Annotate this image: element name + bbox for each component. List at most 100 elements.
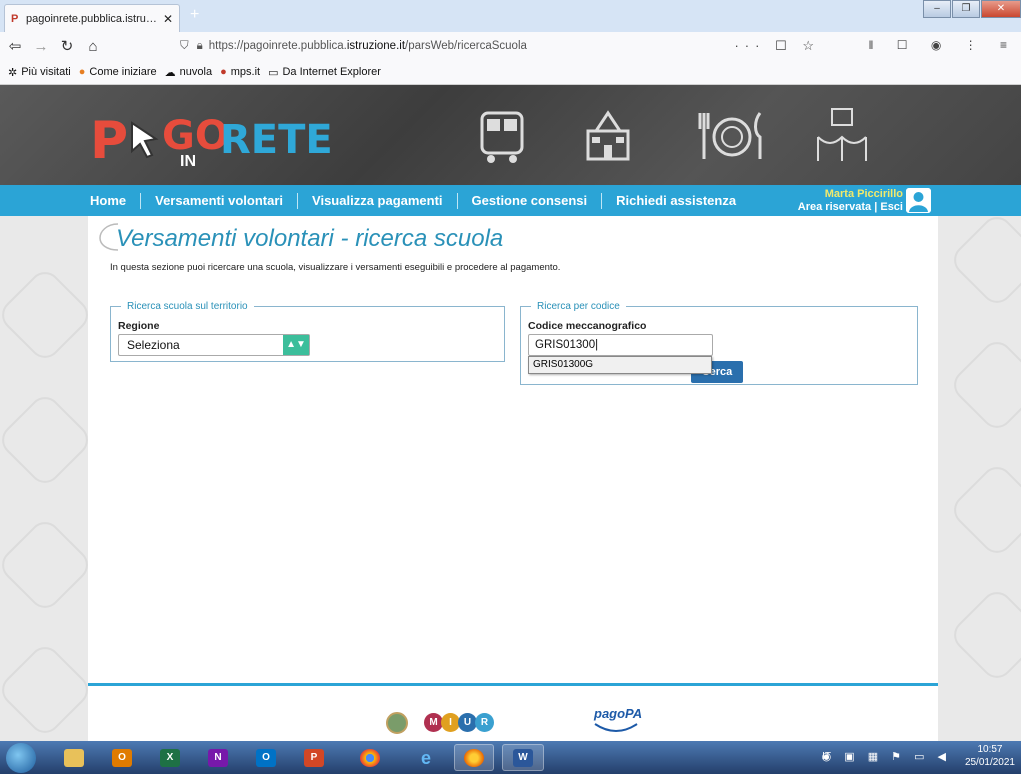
italian-republic-emblem-icon bbox=[386, 712, 408, 734]
new-tab-button[interactable]: + bbox=[190, 6, 199, 24]
background-decoration bbox=[0, 390, 95, 490]
browser-navbar: ⇦ → ↻ ⌂ ⛉ 🔒︎ https://pagoinrete.pubblica… bbox=[0, 32, 1021, 61]
gear-icon: ✲ bbox=[8, 66, 18, 79]
taskbar-outlook-app[interactable]: O bbox=[102, 744, 142, 771]
bookmark-item[interactable]: ✲ Più visitati bbox=[8, 66, 71, 79]
bookmark-item[interactable]: ● Come iniziare bbox=[79, 66, 157, 78]
site-menu-bar: Home Versamenti volontari Visualizza pag… bbox=[0, 185, 1021, 216]
background-decoration bbox=[0, 515, 95, 615]
regione-select[interactable]: Seleziona ▲▼ bbox=[118, 334, 310, 356]
taskbar-excel[interactable]: X bbox=[150, 744, 190, 771]
taskbar-outlook[interactable]: O bbox=[246, 744, 286, 771]
menu-item-versamenti[interactable]: Versamenti volontari bbox=[141, 192, 299, 209]
web-page: P GO IN RETE Home Versamenti volontari V… bbox=[0, 85, 1021, 741]
mps-icon: ● bbox=[220, 66, 227, 78]
pagopa-logo[interactable]: pagoPA bbox=[594, 706, 642, 721]
taskbar-onenote[interactable]: N bbox=[198, 744, 238, 771]
cursor-arrow-icon bbox=[131, 121, 159, 159]
tab-close-icon[interactable]: ✕ bbox=[161, 12, 175, 26]
cutlery-plate-icon bbox=[698, 112, 762, 159]
main-menu: Home Versamenti volontari Visualizza pag… bbox=[90, 185, 750, 216]
url-prefix: https://pagoinrete.pubblica. bbox=[208, 40, 347, 52]
folder-icon: ▭ bbox=[268, 66, 279, 79]
onenote-icon: N bbox=[208, 748, 228, 767]
background-decoration bbox=[947, 460, 1021, 560]
territory-search-legend: Ricerca scuola sul territorio bbox=[127, 301, 248, 312]
background-decoration bbox=[947, 210, 1021, 310]
maximize-button[interactable]: ❐ bbox=[952, 0, 980, 18]
minimize-button[interactable]: – bbox=[923, 0, 951, 18]
url-domain: istruzione.it bbox=[346, 40, 406, 52]
regione-selected-value: Seleziona bbox=[127, 338, 180, 352]
site-footer: M I U R pagoPA bbox=[88, 686, 938, 741]
menu-item-richiedi-assistenza[interactable]: Richiedi assistenza bbox=[602, 193, 750, 209]
window-controls: – ❐ ✕ bbox=[922, 0, 1021, 18]
museum-exhibit-icon bbox=[817, 108, 867, 161]
menu-item-gestione-consensi[interactable]: Gestione consensi bbox=[458, 192, 603, 209]
windows-taskbar: O X N O P e W IT ◉ ▣ ▦ ⚑ ▭ ◀ 10:57 25/01… bbox=[0, 741, 1021, 774]
close-window-button[interactable]: ✕ bbox=[981, 0, 1021, 18]
taskbar-explorer[interactable] bbox=[54, 744, 94, 771]
text-cursor: | bbox=[595, 339, 599, 351]
tab-title: pagoinrete.pubblica.istruzione. bbox=[26, 12, 161, 25]
bookmark-label: Più visitati bbox=[21, 66, 71, 78]
taskbar-powerpoint[interactable]: P bbox=[294, 744, 334, 771]
url-actions[interactable]: ··· ☐ ☆ bbox=[734, 38, 820, 54]
firefox-icon: ● bbox=[78, 66, 86, 78]
user-name: Marta Piccirillo bbox=[824, 188, 903, 200]
logo-letter-p: P bbox=[90, 111, 129, 171]
school-bus-icon bbox=[480, 111, 524, 163]
taskbar-internet-explorer[interactable]: e bbox=[406, 744, 446, 771]
background-decoration bbox=[0, 640, 95, 740]
bookmark-item[interactable]: ▭ Da Internet Explorer bbox=[268, 66, 381, 79]
user-avatar-icon[interactable] bbox=[906, 188, 931, 213]
chrome-icon bbox=[360, 748, 380, 767]
start-button[interactable] bbox=[6, 743, 36, 773]
codice-meccanografico-input[interactable]: GRIS01300| bbox=[528, 334, 713, 356]
miur-logo[interactable]: M I U R bbox=[424, 713, 494, 732]
excel-icon: X bbox=[160, 748, 180, 767]
bookmark-label: Come iniziare bbox=[89, 66, 157, 78]
app-o-icon: O bbox=[112, 748, 132, 767]
menu-item-home[interactable]: Home bbox=[90, 192, 142, 209]
site-header: P GO IN RETE bbox=[0, 85, 1021, 185]
toolbar-icons[interactable]: ‖ ☐ ◉ ⋮ ≡ bbox=[868, 38, 1017, 52]
user-info: Marta Piccirillo Area riservata | Esci bbox=[798, 188, 903, 214]
background-decoration bbox=[947, 585, 1021, 685]
select-arrows-icon: ▲▼ bbox=[283, 335, 309, 355]
area-riservata-link[interactable]: Area riservata | Esci bbox=[798, 201, 903, 214]
back-icon[interactable]: ⇦ bbox=[4, 37, 26, 55]
url-bar[interactable]: ⛉ 🔒︎ https://pagoinrete.pubblica. istruzi… bbox=[180, 36, 820, 56]
taskbar-chrome[interactable] bbox=[350, 744, 390, 771]
bookmark-label: nuvola bbox=[179, 66, 213, 78]
school-building-icon bbox=[586, 110, 630, 161]
input-value: GRIS01300 bbox=[535, 339, 596, 351]
menu-item-visualizza-pagamenti[interactable]: Visualizza pagamenti bbox=[298, 192, 458, 209]
forward-icon[interactable]: → bbox=[30, 38, 52, 55]
internet-explorer-icon: e bbox=[420, 747, 431, 768]
system-tray-icons[interactable]: ◉ ▣ ▦ ⚑ ▭ ◀ bbox=[822, 750, 951, 763]
autocomplete-suggestion[interactable]: GRIS01300G bbox=[528, 356, 712, 374]
browser-tab[interactable]: P pagoinrete.pubblica.istruzione. ✕ bbox=[4, 4, 180, 32]
clock-time: 10:57 bbox=[977, 744, 1003, 755]
miur-letter: R bbox=[475, 713, 494, 732]
word-icon: W bbox=[513, 748, 533, 767]
bookmark-item[interactable]: ☁ nuvola bbox=[165, 66, 212, 79]
system-clock[interactable]: 10:57 25/01/2021 bbox=[965, 743, 1015, 769]
site-favicon-icon: P bbox=[11, 12, 19, 25]
reload-icon[interactable]: ↻ bbox=[56, 37, 78, 55]
home-icon[interactable]: ⌂ bbox=[82, 38, 104, 55]
bookmark-item[interactable]: ● mps.it bbox=[220, 66, 260, 78]
bookmark-label: mps.it bbox=[230, 66, 261, 78]
code-search-legend: Ricerca per codice bbox=[537, 301, 620, 312]
pagoinrete-logo[interactable]: P GO IN RETE bbox=[90, 95, 333, 180]
lock-icon: 🔒︎ bbox=[196, 39, 203, 52]
background-decoration bbox=[947, 335, 1021, 435]
firefox-icon bbox=[464, 748, 484, 767]
logo-rete: RETE bbox=[220, 117, 333, 163]
url-path: /parsWeb/ricercaScuola bbox=[405, 40, 527, 52]
taskbar-word[interactable]: W bbox=[502, 744, 544, 771]
taskbar-firefox[interactable] bbox=[454, 744, 494, 771]
clock-date: 25/01/2021 bbox=[964, 757, 1015, 768]
folder-icon bbox=[64, 748, 84, 767]
